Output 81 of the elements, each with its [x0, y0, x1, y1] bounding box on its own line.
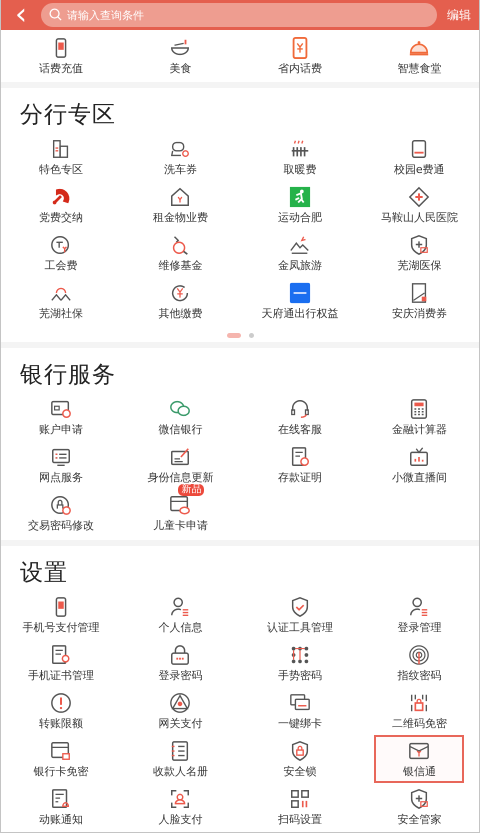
service-item[interactable]: 网关支付 — [135, 687, 226, 735]
service-item[interactable]: 交易密码修改 — [16, 489, 106, 537]
service-item[interactable]: 省内话费 — [254, 32, 345, 80]
document-bell-icon — [50, 788, 72, 810]
lock-icon — [169, 644, 192, 666]
envelope-icon — [408, 740, 430, 762]
section-title: 银行服务 — [19, 361, 117, 390]
service-item[interactable]: 校园e费通 — [374, 133, 464, 181]
person-icon — [408, 596, 430, 618]
house-icon — [169, 186, 192, 208]
lock-circle-icon — [50, 494, 72, 516]
service-item[interactable]: 手势密码 — [254, 639, 345, 687]
section-title: 分行专区 — [19, 101, 117, 130]
service-item[interactable]: 芜湖社保 — [16, 277, 106, 325]
service-item[interactable]: 芜湖医保 — [374, 229, 464, 277]
service-item[interactable]: 二维码免密 — [374, 687, 464, 735]
service-item[interactable]: 租金物业费 — [135, 181, 226, 229]
shield-plus-icon — [408, 234, 430, 256]
service-item[interactable]: 天府通出行权益 — [254, 277, 345, 325]
page-dot[interactable] — [248, 332, 254, 338]
service-item[interactable]: 其他缴费 — [135, 277, 226, 325]
service-item[interactable]: 在线客服 — [254, 393, 345, 441]
service-item[interactable]: 扫码设置 — [254, 783, 345, 831]
service-item[interactable]: 个人信息 — [135, 591, 226, 639]
tv-icon — [408, 446, 430, 468]
search-icon — [49, 8, 62, 21]
face-scan-icon — [169, 788, 192, 810]
service-item[interactable]: 洗车券 — [135, 133, 226, 181]
service-item[interactable]: 马鞍山人民医院 — [374, 181, 464, 229]
service-item[interactable]: 维修基金 — [135, 229, 226, 277]
service-item[interactable]: 取暖费 — [254, 133, 345, 181]
service-item[interactable]: 网点服务 — [16, 441, 106, 489]
service-item[interactable]: 安庆消费券 — [374, 277, 464, 325]
service-item[interactable]: 话费充值 — [16, 32, 106, 80]
service-item[interactable]: 运动合肥 — [254, 181, 345, 229]
headset-icon — [288, 398, 311, 420]
service-item[interactable]: 账户申请 — [16, 393, 106, 441]
service-item[interactable]: 人脸支付 — [135, 783, 226, 831]
app-icon — [288, 282, 311, 304]
mountain-icon — [288, 234, 311, 256]
certificate-icon — [50, 644, 72, 666]
service-item[interactable]: 收款人名册 — [135, 735, 226, 783]
service-item[interactable]: 登录管理 — [374, 591, 464, 639]
section-title: 设置 — [19, 559, 69, 588]
shield-plus-icon — [408, 788, 430, 810]
service-item[interactable]: 工会费 — [16, 229, 106, 277]
card-icon — [169, 494, 192, 516]
service-item[interactable]: 登录密码 — [135, 639, 226, 687]
service-item[interactable]: 金融计算器 — [374, 393, 464, 441]
edit-document-icon — [169, 446, 192, 468]
service-item[interactable]: 智慧食堂 — [374, 32, 464, 80]
service-item[interactable]: 银信通 — [374, 735, 464, 783]
fingerprint-icon — [408, 644, 430, 666]
search-field[interactable]: 请输入查询条件 — [41, 3, 437, 27]
service-item[interactable]: 手机证书管理 — [16, 639, 106, 687]
service-item[interactable]: 认证工具管理 — [254, 591, 345, 639]
coin-icon — [50, 234, 72, 256]
service-item[interactable]: 存款证明 — [254, 441, 345, 489]
new-badge: 新品 — [178, 484, 204, 496]
card-lock-icon — [50, 740, 72, 762]
grid-icon — [288, 788, 311, 810]
service-item[interactable]: 指纹密码 — [374, 639, 464, 687]
service-item[interactable]: 金凤旅游 — [254, 229, 345, 277]
service-item[interactable]: 银行卡免密 — [16, 735, 106, 783]
service-item[interactable]: 安全锁 — [254, 735, 345, 783]
service-item[interactable]: 小微直播间 — [374, 441, 464, 489]
alert-icon — [50, 692, 72, 714]
service-item[interactable]: 转账限额 — [16, 687, 106, 735]
service-item[interactable]: 特色专区 — [16, 133, 106, 181]
service-item[interactable]: 一键绑卡 — [254, 687, 345, 735]
service-item[interactable]: 党费交纳 — [16, 181, 106, 229]
service-item[interactable]: 安全管家 — [374, 783, 464, 831]
running-person-icon — [288, 186, 311, 208]
service-item[interactable]: 动账通知 — [16, 783, 106, 831]
id-card-icon — [50, 398, 72, 420]
service-item[interactable]: 微信银行 — [135, 393, 226, 441]
service-item[interactable]: 美食 — [135, 32, 226, 80]
person-icon — [169, 596, 192, 618]
list-screen-icon — [50, 446, 72, 468]
service-item[interactable]: 手机号支付管理 — [16, 591, 106, 639]
diamond-plus-icon — [408, 186, 430, 208]
